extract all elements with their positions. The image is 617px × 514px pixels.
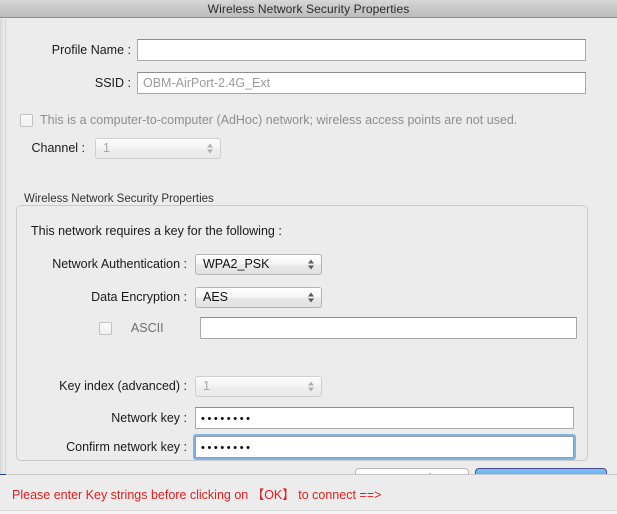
key-index-select[interactable]: 1	[195, 375, 322, 397]
network-key-input[interactable]: ••••••••	[195, 407, 574, 429]
chevron-updown-icon	[307, 258, 314, 271]
data-encryption-value: AES	[203, 290, 229, 304]
window-titlebar: Wireless Network Security Properties	[0, 0, 617, 18]
window-title: Wireless Network Security Properties	[207, 1, 410, 16]
adhoc-label: This is a computer-to-computer (AdHoc) n…	[40, 113, 518, 127]
network-authentication-label: Network Authentication :	[52, 257, 187, 271]
footer-area: Please enter Key strings before clicking…	[0, 475, 617, 514]
ascii-checkbox[interactable]	[99, 321, 112, 335]
profile-name-input[interactable]	[137, 39, 586, 61]
window-bottom-edge	[0, 510, 617, 514]
profile-name-row: Profile Name :	[7, 38, 587, 62]
adhoc-checkbox[interactable]	[20, 113, 33, 127]
key-index-row: Key index (advanced) : 1	[17, 374, 437, 398]
network-key-label: Network key :	[111, 411, 187, 425]
data-encryption-select[interactable]: AES	[195, 286, 322, 308]
chevron-updown-icon	[206, 142, 213, 155]
chevron-updown-icon	[307, 380, 314, 393]
security-intro-text: This network requires a key for the foll…	[31, 224, 282, 238]
channel-row: Channel : 1	[7, 136, 407, 160]
network-authentication-select[interactable]: WPA2_PSK	[195, 253, 322, 275]
network-authentication-row: Network Authentication : WPA2_PSK	[17, 252, 417, 276]
ssid-label: SSID :	[94, 76, 131, 90]
ascii-input[interactable]	[199, 317, 577, 339]
confirm-network-key-label: Confirm network key :	[66, 440, 187, 454]
profile-name-label: Profile Name :	[51, 43, 131, 57]
ascii-label: ASCII	[130, 321, 164, 335]
confirm-network-key-row: Confirm network key : ••••••••	[17, 434, 577, 460]
security-group-box: This network requires a key for the foll…	[16, 205, 588, 461]
wireless-network-security-properties-window: Wireless Network Security Properties Pro…	[0, 0, 617, 514]
window-left-edge	[0, 19, 6, 474]
chevron-updown-icon	[307, 291, 314, 304]
adhoc-checkbox-row[interactable]: This is a computer-to-computer (AdHoc) n…	[20, 110, 600, 130]
network-authentication-value: WPA2_PSK	[203, 257, 270, 271]
confirm-network-key-input[interactable]: ••••••••	[195, 436, 574, 458]
data-encryption-label: Data Encryption :	[91, 290, 187, 304]
security-group-legend: Wireless Network Security Properties	[21, 193, 217, 205]
channel-label: Channel :	[31, 141, 85, 155]
network-key-row: Network key : ••••••••	[17, 406, 577, 430]
key-index-label: Key index (advanced) :	[59, 379, 187, 393]
dialog-content: Profile Name : SSID : OBM-AirPort-2.4G_E…	[7, 19, 617, 490]
ascii-row: ASCII	[17, 316, 577, 340]
channel-select[interactable]: 1	[95, 137, 221, 159]
ssid-row: SSID : OBM-AirPort-2.4G_Ext	[7, 71, 587, 95]
channel-select-value: 1	[103, 141, 110, 155]
footer-warning-message: Please enter Key strings before clicking…	[12, 488, 382, 502]
ssid-input[interactable]: OBM-AirPort-2.4G_Ext	[137, 72, 586, 94]
data-encryption-row: Data Encryption : AES	[17, 285, 417, 309]
key-index-value: 1	[203, 379, 210, 393]
